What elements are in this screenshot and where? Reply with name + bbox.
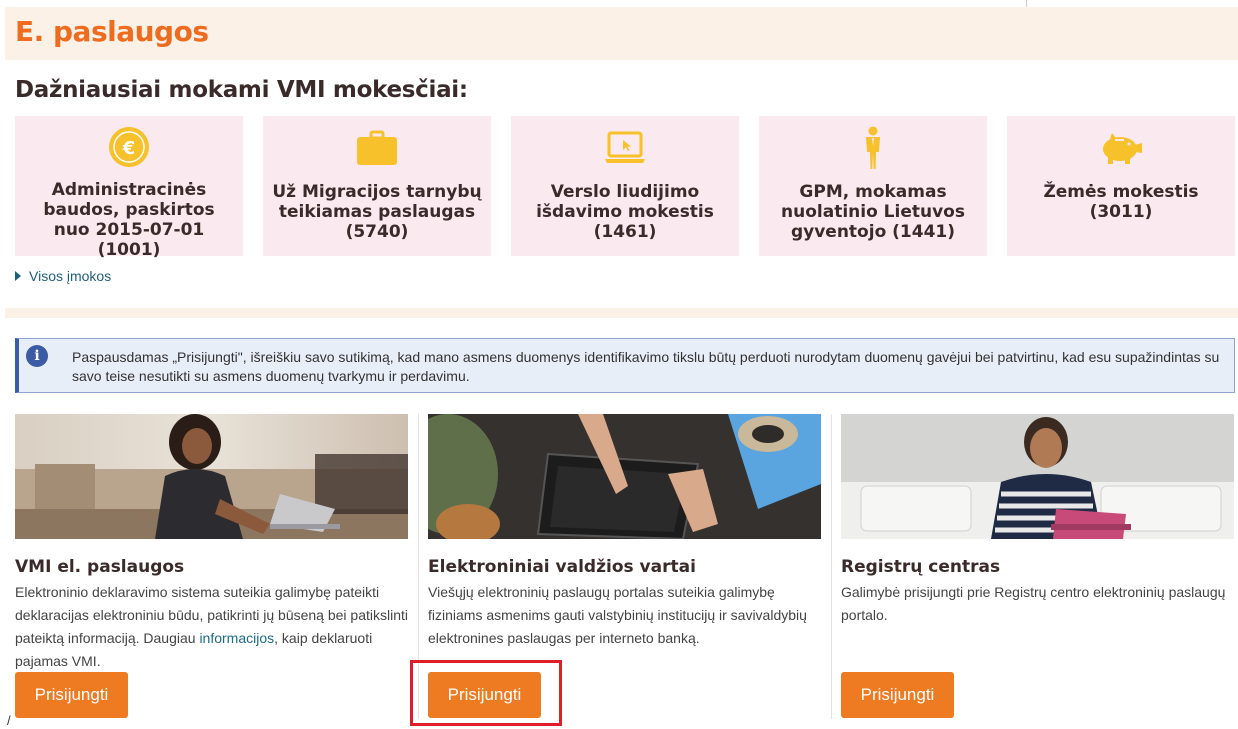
tax-tile-label: Verslo liudijimo išdavimo mokestis (1461… [536, 182, 714, 242]
tax-tile-migration[interactable]: Už Migracijos tarnybų teikiamas paslauga… [263, 116, 491, 256]
service-description: Elektroninio deklaravimo sistema suteiki… [15, 581, 408, 673]
service-title: Elektroniniai valdžios vartai [428, 557, 696, 577]
piggy-bank-icon [1099, 126, 1143, 170]
tax-tile-label: GPM, mokamas nuolatinio Lietuvos gyvento… [781, 182, 965, 242]
service-description: Galimybė prisijungti prie Registrų centr… [841, 584, 1226, 623]
tax-tile-label: Administracinės baudos, paskirtos nuo 20… [43, 180, 215, 260]
tax-tile-business-certificate[interactable]: Verslo liudijimo išdavimo mokestis (1461… [511, 116, 739, 256]
all-payments-label: Visos įmokos [29, 268, 112, 284]
top-divider [1026, 0, 1027, 7]
person-icon [851, 126, 895, 170]
text-cursor: / [7, 713, 11, 728]
tax-tile-land-tax[interactable]: Žemės mokestis (3011) [1007, 116, 1235, 256]
highlight-box [410, 660, 562, 726]
login-button-registru-centras[interactable]: Prisijungti [841, 672, 954, 718]
tax-tile-personal-income[interactable]: GPM, mokamas nuolatinio Lietuvos gyvento… [759, 116, 987, 256]
tax-tile-administrative-fines[interactable]: € Administracinės baudos, paskirtos nuo … [15, 116, 243, 260]
service-title: VMI el. paslaugos [15, 557, 185, 577]
tablet-hands-image [428, 414, 821, 539]
man-laptop-image [841, 414, 1234, 539]
woman-laptop-image [15, 414, 408, 539]
login-button-vmi[interactable]: Prisijungti [15, 672, 128, 718]
tax-tile-label: Žemės mokestis (3011) [1043, 182, 1199, 222]
euro-coin-icon: € [107, 126, 151, 168]
tax-tile-label: Už Migracijos tarnybų teikiamas paslauga… [272, 182, 482, 242]
header-bar: E. paslaugos [5, 7, 1238, 60]
service-title: Registrų centras [841, 557, 1001, 577]
service-card-vmi: VMI el. paslaugos Elektroninio deklaravi… [15, 414, 408, 729]
column-divider [831, 414, 832, 719]
service-description: Viešųjų elektroninių paslaugų portalas s… [428, 584, 807, 646]
page-title: E. paslaugos [15, 15, 209, 48]
consent-info-text: Paspausdamas „Prisijungti", išreiškiu sa… [72, 349, 1220, 384]
taxes-section-title: Dažniausiai mokami VMI mokesčiai: [15, 77, 468, 103]
svg-text:€: € [122, 138, 136, 159]
more-info-link[interactable]: informacijos [199, 630, 274, 646]
info-icon: i [26, 345, 48, 367]
service-card-registru-centras: Registrų centras Galimybė prisijungti pr… [841, 414, 1234, 729]
tax-tiles: € Administracinės baudos, paskirtos nuo … [15, 116, 1235, 260]
briefcase-icon [355, 126, 399, 170]
laptop-icon [603, 126, 647, 170]
all-payments-link[interactable]: Visos įmokos [15, 268, 111, 284]
section-separator [5, 308, 1238, 318]
consent-info-box: i Paspausdamas „Prisijungti", išreiškiu … [15, 338, 1235, 393]
triangle-right-icon [15, 271, 21, 281]
